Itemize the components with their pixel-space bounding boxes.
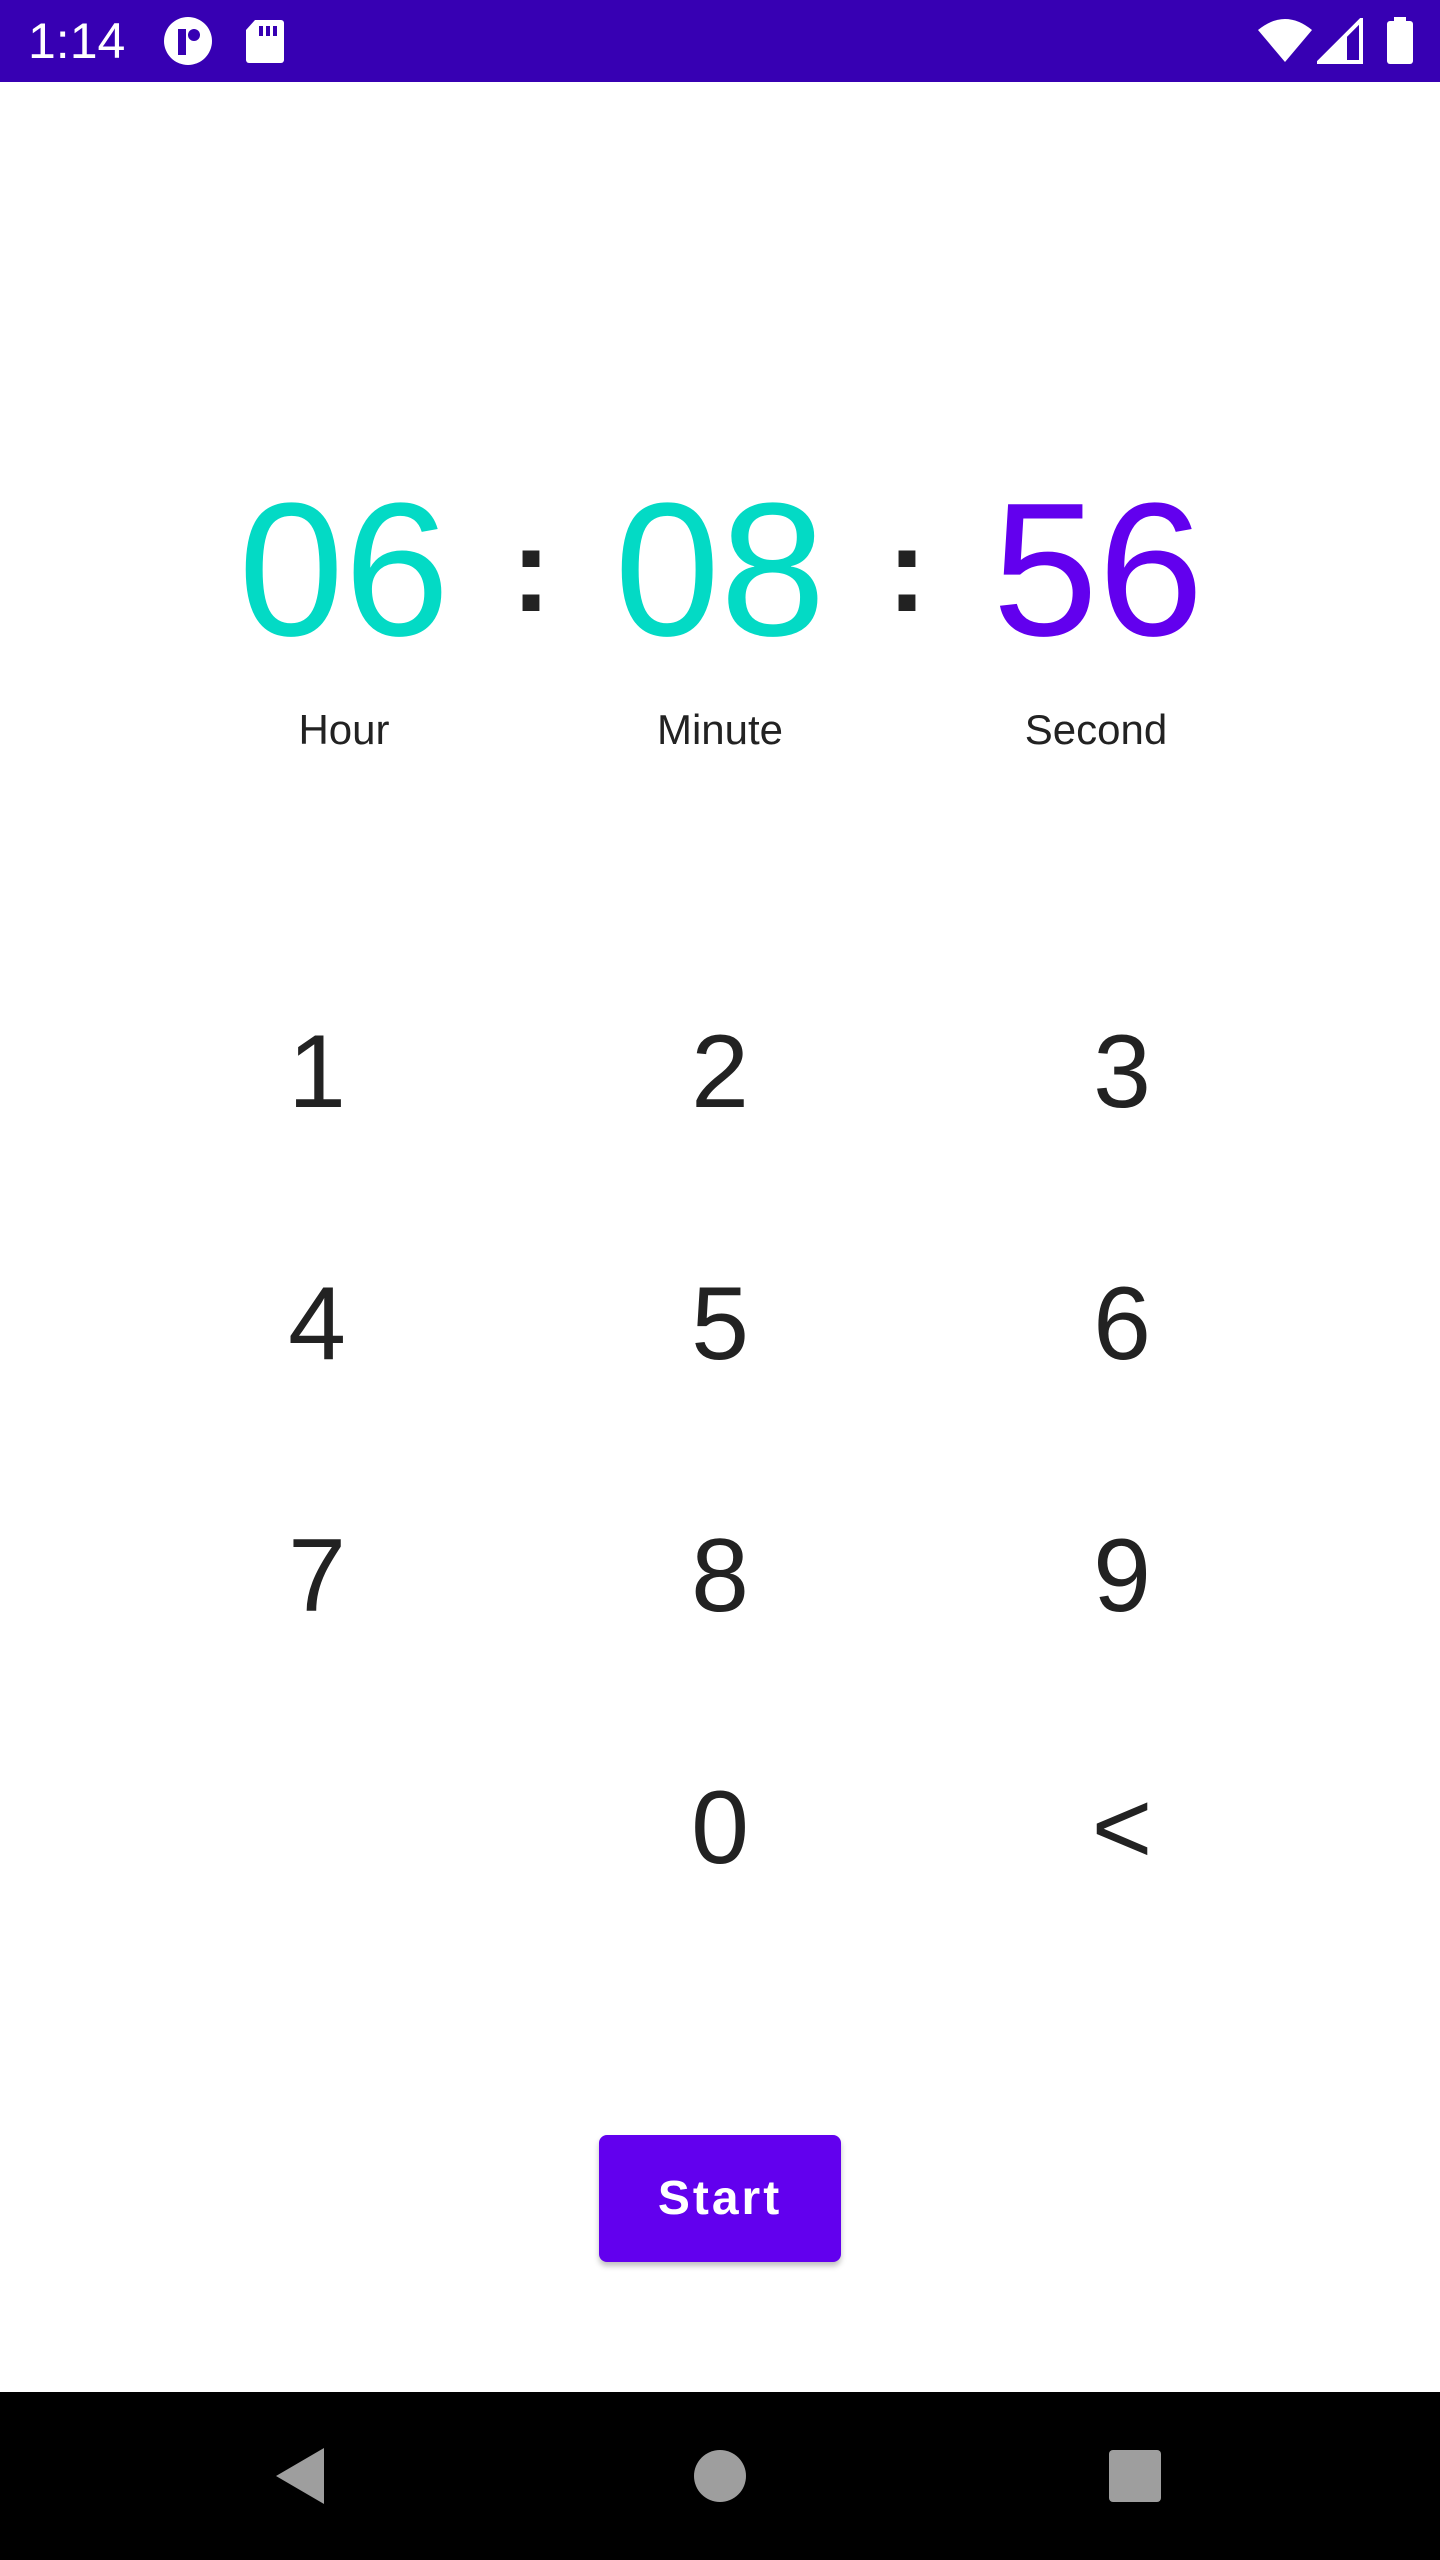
key-5[interactable]: 5: [600, 1224, 840, 1424]
key-4[interactable]: 4: [197, 1224, 437, 1424]
hour-label: Hour: [298, 706, 390, 753]
status-time: 1:14: [28, 13, 126, 69]
notification-app-icon: [160, 0, 216, 82]
second-value[interactable]: 56: [948, 470, 1248, 670]
key-7[interactable]: 7: [197, 1476, 437, 1676]
key-8[interactable]: 8: [600, 1476, 840, 1676]
timer-display: 06 : 08 : 56: [0, 470, 1440, 670]
key-9[interactable]: 9: [1002, 1476, 1242, 1676]
navigation-bar: [0, 2392, 1440, 2560]
backspace-key[interactable]: <: [1002, 1728, 1242, 1928]
minute-label: Minute: [656, 706, 784, 753]
start-button[interactable]: Start: [599, 2135, 841, 2262]
cell-signal-icon: [1312, 0, 1368, 82]
battery-icon: [1380, 0, 1420, 82]
minute-second-separator: :: [887, 503, 927, 637]
hour-minute-separator: :: [511, 503, 551, 637]
recents-icon[interactable]: [1055, 2392, 1215, 2560]
sd-card-icon: [240, 0, 290, 82]
status-bar: 1:14: [0, 0, 1440, 82]
minute-value[interactable]: 08: [570, 470, 870, 670]
key-3[interactable]: 3: [1002, 972, 1242, 1172]
hour-value[interactable]: 06: [194, 470, 494, 670]
key-2[interactable]: 2: [600, 972, 840, 1172]
home-icon[interactable]: [640, 2392, 800, 2560]
key-1[interactable]: 1: [197, 972, 437, 1172]
wifi-icon: [1255, 0, 1315, 82]
second-label: Second: [1024, 706, 1168, 753]
key-0[interactable]: 0: [600, 1728, 840, 1928]
back-icon[interactable]: [220, 2392, 380, 2560]
key-6[interactable]: 6: [1002, 1224, 1242, 1424]
